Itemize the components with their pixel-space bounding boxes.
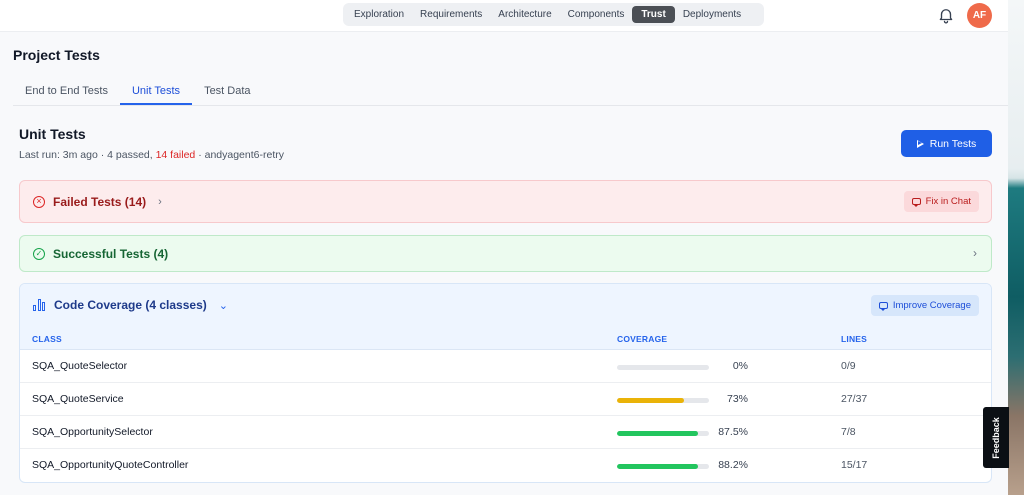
- bar-chart-icon: [33, 299, 46, 311]
- improve-coverage-label: Improve Coverage: [892, 300, 971, 311]
- run-tests-button[interactable]: Run Tests: [901, 130, 992, 157]
- failed-tests-panel[interactable]: × Failed Tests (14) › Fix in Chat: [19, 180, 992, 223]
- coverage-bar-fill: [617, 464, 699, 469]
- coverage-percent: 87.5%: [718, 426, 748, 438]
- avatar[interactable]: AF: [967, 3, 992, 28]
- fix-in-chat-button[interactable]: Fix in Chat: [903, 191, 979, 212]
- nav-requirements[interactable]: Requirements: [412, 6, 490, 23]
- lines-covered: 15/17: [841, 459, 868, 471]
- tab-end-to-end-tests[interactable]: End to End Tests: [13, 80, 120, 105]
- top-bar: Exploration Requirements Architecture Co…: [0, 0, 1008, 32]
- lines-covered: 27/37: [841, 393, 868, 405]
- coverage-percent: 0%: [732, 360, 748, 372]
- check-circle-icon: ✓: [33, 248, 45, 260]
- coverage-bar: [617, 398, 709, 403]
- last-run-prefix: Last run: 3m ago · 4 passed,: [19, 149, 156, 161]
- feedback-label: Feedback: [991, 416, 1001, 459]
- table-row: SQA_OpportunityQuoteController 88.2% 15/…: [20, 449, 991, 482]
- coverage-header: Code Coverage (4 classes) ⌄ Improve Cove…: [20, 284, 991, 350]
- lines-covered: 7/8: [841, 426, 856, 438]
- coverage-percent: 73%: [726, 393, 748, 405]
- coverage-title[interactable]: Code Coverage (4 classes) ⌄: [33, 298, 228, 312]
- chevron-right-icon[interactable]: ›: [973, 246, 977, 260]
- chat-icon: [911, 198, 921, 207]
- play-icon: [916, 139, 924, 148]
- column-header-coverage: COVERAGE: [617, 334, 668, 344]
- run-tests-label: Run Tests: [929, 137, 977, 150]
- nav-trust[interactable]: Trust: [632, 6, 675, 23]
- last-run-failed-count: 14 failed: [155, 149, 196, 161]
- column-header-lines: LINES: [841, 334, 868, 344]
- tab-bar: End to End Tests Unit Tests Test Data: [13, 80, 1008, 106]
- tab-test-data[interactable]: Test Data: [192, 80, 262, 105]
- failed-tests-header[interactable]: × Failed Tests (14) ›: [33, 195, 162, 209]
- section-title: Unit Tests: [19, 126, 86, 142]
- table-row: SQA_QuoteService 73% 27/37: [20, 383, 991, 416]
- tab-unit-tests[interactable]: Unit Tests: [119, 80, 193, 105]
- nav-exploration[interactable]: Exploration: [346, 6, 412, 23]
- chat-icon: [878, 302, 888, 311]
- coverage-percent: 88.2%: [718, 459, 748, 471]
- coverage-label: Code Coverage (4 classes): [54, 298, 207, 312]
- last-run-suffix: · andyagent6-retry: [195, 149, 284, 161]
- last-run-status: Last run: 3m ago · 4 passed, 14 failed ·…: [19, 149, 284, 161]
- chevron-down-icon: ⌄: [218, 299, 228, 312]
- page-title: Project Tests: [13, 47, 100, 63]
- column-header-class: CLASS: [32, 334, 62, 344]
- coverage-bar: [617, 464, 709, 469]
- coverage-bar-fill: [617, 398, 685, 403]
- class-name: SQA_OpportunityQuoteController: [32, 459, 189, 471]
- successful-tests-label: Successful Tests (4): [53, 247, 169, 261]
- coverage-bar-fill: [617, 431, 698, 436]
- nav-components[interactable]: Components: [560, 6, 633, 23]
- x-circle-icon: ×: [33, 196, 45, 208]
- table-row: SQA_OpportunitySelector 87.5% 7/8: [20, 416, 991, 449]
- coverage-bar: [617, 365, 709, 370]
- table-row: SQA_QuoteSelector 0% 0/9: [20, 350, 991, 383]
- code-coverage-panel: Code Coverage (4 classes) ⌄ Improve Cove…: [19, 283, 992, 483]
- failed-tests-label: Failed Tests (14): [53, 195, 147, 209]
- class-name: SQA_QuoteService: [32, 393, 124, 405]
- feedback-button[interactable]: Feedback: [983, 407, 1009, 468]
- chevron-right-icon: ›: [158, 196, 162, 208]
- successful-tests-panel[interactable]: ✓ Successful Tests (4) ›: [19, 235, 992, 272]
- class-name: SQA_OpportunitySelector: [32, 426, 153, 438]
- class-name: SQA_QuoteSelector: [32, 360, 128, 372]
- fix-in-chat-label: Fix in Chat: [925, 196, 971, 207]
- improve-coverage-button[interactable]: Improve Coverage: [870, 295, 979, 316]
- coverage-bar: [617, 431, 709, 436]
- bell-icon[interactable]: [937, 6, 955, 24]
- successful-tests-header[interactable]: ✓ Successful Tests (4): [33, 247, 168, 261]
- background-edge: [1008, 0, 1024, 495]
- nav-deployments[interactable]: Deployments: [675, 6, 749, 23]
- nav-architecture[interactable]: Architecture: [490, 6, 559, 23]
- main-nav: Exploration Requirements Architecture Co…: [343, 3, 764, 26]
- lines-covered: 0/9: [841, 360, 856, 372]
